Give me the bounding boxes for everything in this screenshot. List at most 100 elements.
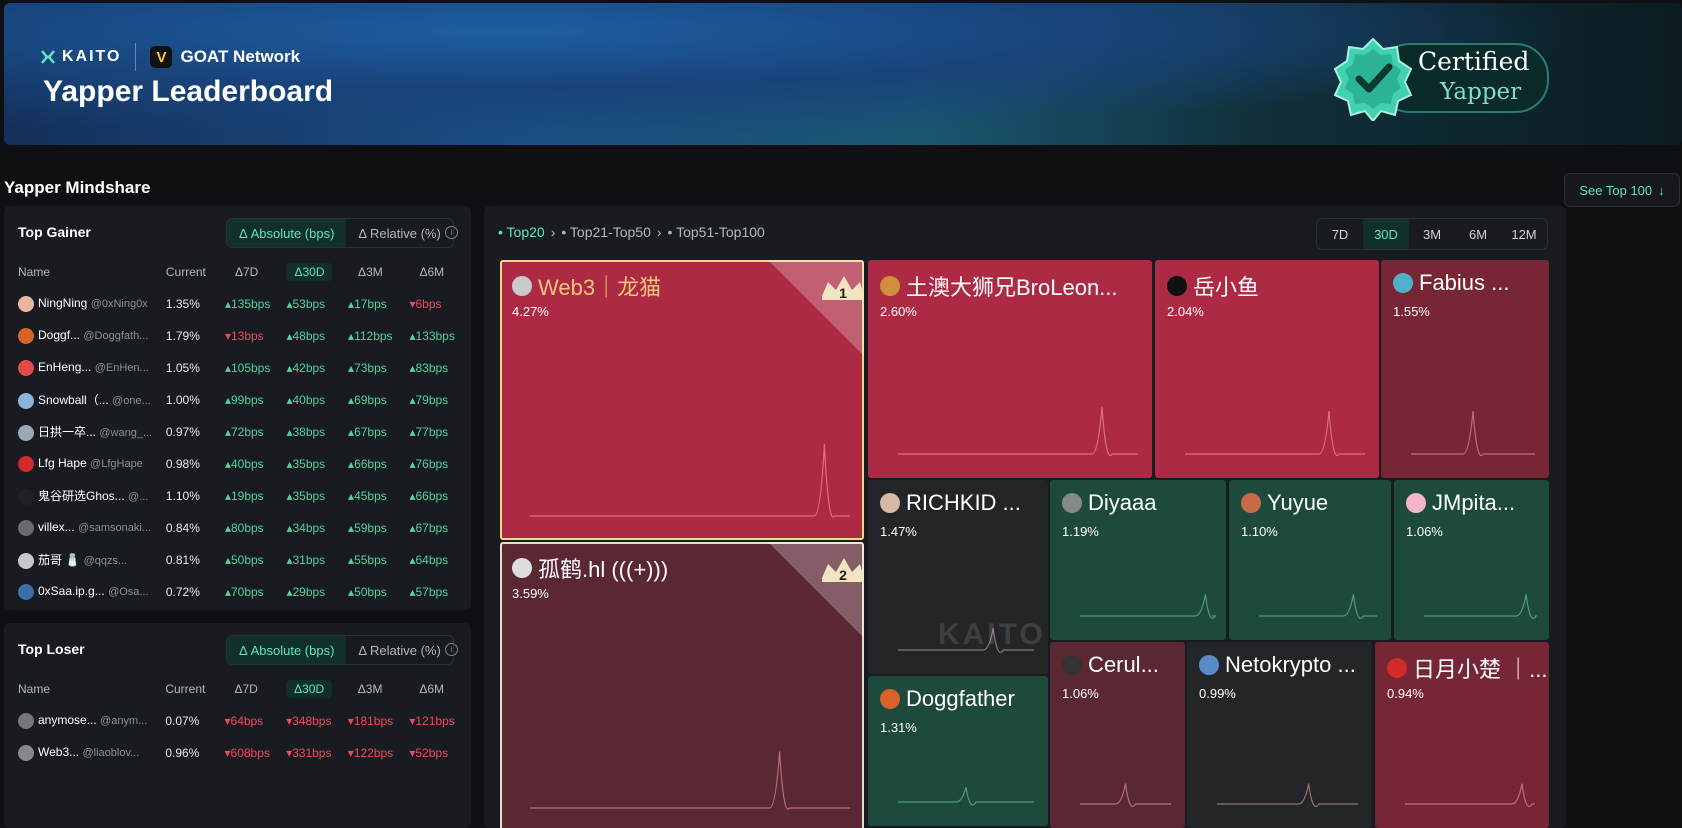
tile-riyuexiaochu[interactable]: 日月小楚 ｜... 0.94%	[1375, 642, 1549, 828]
delta-d7: ▴105bps	[225, 352, 287, 384]
table-row[interactable]: 0xCrypt... @Crypto...1.09%▾12bps▴28bps▴6…	[4, 608, 471, 610]
info-icon[interactable]: i	[445, 643, 458, 656]
table-row[interactable]: 茄哥 🧂 @qqzs... 0.81% ▴50bps ▴31bps ▴55bps ▴64b…	[4, 544, 471, 576]
row-name-cell[interactable]: NingNing @0xNing0x	[4, 288, 166, 320]
table-row[interactable]: Doggf... @Doggfath... 1.79% ▾13bps ▴48bps ▴1…	[4, 320, 471, 352]
col-header-current[interactable]: Current	[165, 673, 224, 705]
table-row[interactable]: villex... @samsonaki... 0.84% ▴80bps ▴34bps…	[4, 512, 471, 544]
tile-jmpita[interactable]: JMpita... 1.06%	[1394, 480, 1549, 640]
row-name-cell[interactable]: 鬼谷研选Ghos... @...	[4, 480, 166, 512]
table-row[interactable]: 日拱一卒... @wang_... 0.97% ▴72bps ▴38bps ▴67bps…	[4, 416, 471, 448]
row-name-cell[interactable]: anymose... @anym...	[4, 705, 165, 737]
row-name-cell[interactable]: Lfg Hape @LfgHape	[4, 448, 166, 480]
loser-relative-toggle[interactable]: Δ Relative (%)	[346, 636, 452, 664]
delta-d3m: ▴68bps	[348, 608, 409, 610]
delta-d30: ▴31bps	[286, 544, 348, 576]
delta-value: 67bps	[415, 521, 449, 535]
col-header-d7-label: Δ7D	[234, 265, 259, 279]
row-name-cell[interactable]: 0xSaa.ip.g... @Osa...	[4, 576, 166, 608]
info-icon[interactable]: i	[445, 226, 458, 239]
avatar	[1199, 655, 1219, 675]
row-name-cell[interactable]: EnHeng... @EnHen...	[4, 352, 166, 384]
row-name-cell[interactable]: Doggf... @Doggfath...	[4, 320, 166, 352]
mindshare-sparkline	[1259, 594, 1377, 619]
breadcrumb-top20[interactable]: • Top20	[498, 224, 545, 240]
period-6m[interactable]: 6M	[1455, 219, 1501, 249]
tile-netokrypto[interactable]: Netokrypto ... 0.99%	[1187, 642, 1372, 828]
table-row[interactable]: Snowball（... @one... 1.00% ▴99bps ▴40bps ▴69…	[4, 384, 471, 416]
current-value: 0.81%	[165, 553, 200, 567]
period-30d[interactable]: 30D	[1363, 219, 1409, 249]
table-row[interactable]: EnHeng... @EnHen... 1.05% ▴105bps ▴42bps ▴73…	[4, 352, 471, 384]
breadcrumb-top21-50[interactable]: • Top21-Top50	[561, 224, 651, 240]
delta-d30: ▴34bps	[286, 512, 348, 544]
col-header-name[interactable]: Name	[4, 256, 166, 288]
tile-yuyue[interactable]: Yuyue 1.10%	[1229, 480, 1391, 640]
row-name-cell[interactable]: 茄哥 🧂 @qqzs...	[4, 544, 166, 576]
delta-value: 181bps	[353, 714, 394, 728]
table-row[interactable]: 鬼谷研选Ghos... @... 1.10% ▴19bps ▴35bps ▴45bps ▴…	[4, 480, 471, 512]
tile-yuexiaoyu[interactable]: 岳小鱼 2.04%	[1155, 260, 1379, 478]
tile-mindshare-pct: 0.94%	[1387, 686, 1424, 701]
tile-cerul[interactable]: Cerul... 1.06%	[1050, 642, 1185, 828]
col-header-d30[interactable]: Δ30D	[286, 673, 348, 705]
delta-value: 50bps	[230, 553, 264, 567]
col-header-current[interactable]: Current	[166, 256, 225, 288]
delta-d3m: ▴73bps	[348, 352, 409, 384]
tile-fabius[interactable]: Fabius ... 1.55%	[1381, 260, 1549, 478]
avatar	[18, 456, 34, 472]
tile-name-text: Doggfather	[906, 686, 1015, 711]
row-name-cell[interactable]: 日拱一卒... @wang_...	[4, 416, 166, 448]
col-header-d6m[interactable]: Δ6M	[409, 256, 471, 288]
tile-doggfather[interactable]: Doggfather 1.31%	[868, 676, 1048, 826]
period-3m[interactable]: 3M	[1409, 219, 1455, 249]
avatar	[1406, 493, 1426, 513]
table-row[interactable]: 0xSaa.ip.g... @Osa... 0.72% ▴70bps ▴29bps ▴5…	[4, 576, 471, 608]
col-header-d3m[interactable]: Δ3M	[348, 673, 410, 705]
tile-web3[interactable]: 1 Web3｜龙猫 4.27%	[500, 260, 864, 540]
row-name-cell[interactable]: villex... @samsonaki...	[4, 512, 166, 544]
table-row[interactable]: anymose... @anym... 0.07% ▾64bps ▾348bps ▾18…	[4, 705, 471, 737]
table-row[interactable]: NingNing @0xNing0x 1.35% ▴135bps ▴53bps ▴17b…	[4, 288, 471, 320]
kaito-logo: KAITO	[40, 48, 121, 66]
tile-guhe[interactable]: 2 孤鹤.hl (((+))) 3.59%	[500, 542, 864, 828]
delta-d30: ▴48bps	[286, 320, 348, 352]
breadcrumb-top51-100-label: Top51-Top100	[676, 224, 765, 240]
tile-diyaaa[interactable]: Diyaaa 1.19%	[1050, 480, 1226, 640]
col-header-d30[interactable]: Δ30D	[286, 256, 348, 288]
tile-mindshare-pct: 1.19%	[1062, 524, 1099, 539]
period-7d[interactable]: 7D	[1317, 219, 1363, 249]
delta-value: 64bps	[415, 553, 449, 567]
delta-d30: ▴35bps	[286, 480, 348, 512]
col-header-d7[interactable]: Δ7D	[225, 256, 287, 288]
col-header-d7[interactable]: Δ7D	[224, 673, 286, 705]
header-banner: KAITO V GOAT Network Yapper Leaderboard …	[4, 3, 1682, 145]
table-row[interactable]: Lfg Hape @LfgHape 0.98% ▴40bps ▴35bps ▴66bps…	[4, 448, 471, 480]
delta-d30: ▴40bps	[286, 384, 348, 416]
avatar	[880, 276, 900, 296]
avatar	[18, 328, 34, 344]
tile-broleon[interactable]: 土澳大狮兄BroLeon... 2.60%	[868, 260, 1152, 478]
tile-name-text: 土澳大狮兄BroLeon...	[906, 275, 1118, 300]
gainer-absolute-toggle[interactable]: Δ Absolute (bps)	[227, 219, 347, 247]
see-top-100-button[interactable]: See Top 100 ↓	[1564, 173, 1680, 207]
top-loser-panel: Top Loser Δ Absolute (bps) Δ Relative (%…	[4, 623, 471, 828]
row-name-cell[interactable]: 0xCrypt... @Crypto...	[4, 608, 166, 610]
tile-name-text: Cerul...	[1088, 652, 1159, 677]
delta-value: 35bps	[292, 489, 326, 503]
col-header-d6m[interactable]: Δ6M	[409, 673, 471, 705]
row-name-cell[interactable]: Web3... @liaoblov...	[4, 737, 165, 769]
col-header-name[interactable]: Name	[4, 673, 165, 705]
loser-absolute-toggle[interactable]: Δ Absolute (bps)	[227, 636, 347, 664]
gainer-relative-toggle[interactable]: Δ Relative (%)	[346, 219, 452, 247]
row-name-cell[interactable]: Snowball（... @one...	[4, 384, 166, 416]
delta-d6m: ▴83bps	[409, 352, 471, 384]
breadcrumb-top51-100[interactable]: • Top51-Top100	[668, 224, 765, 240]
delta-value: 99bps	[230, 393, 264, 407]
avatar	[1387, 658, 1407, 678]
col-header-d3m[interactable]: Δ3M	[348, 256, 409, 288]
table-row[interactable]: Web3... @liaoblov... 0.96% ▾608bps ▾331bps ▾…	[4, 737, 471, 769]
page-title: Yapper Leaderboard	[43, 75, 334, 108]
period-12m[interactable]: 12M	[1501, 219, 1547, 249]
delta-d30: ▴35bps	[286, 448, 348, 480]
